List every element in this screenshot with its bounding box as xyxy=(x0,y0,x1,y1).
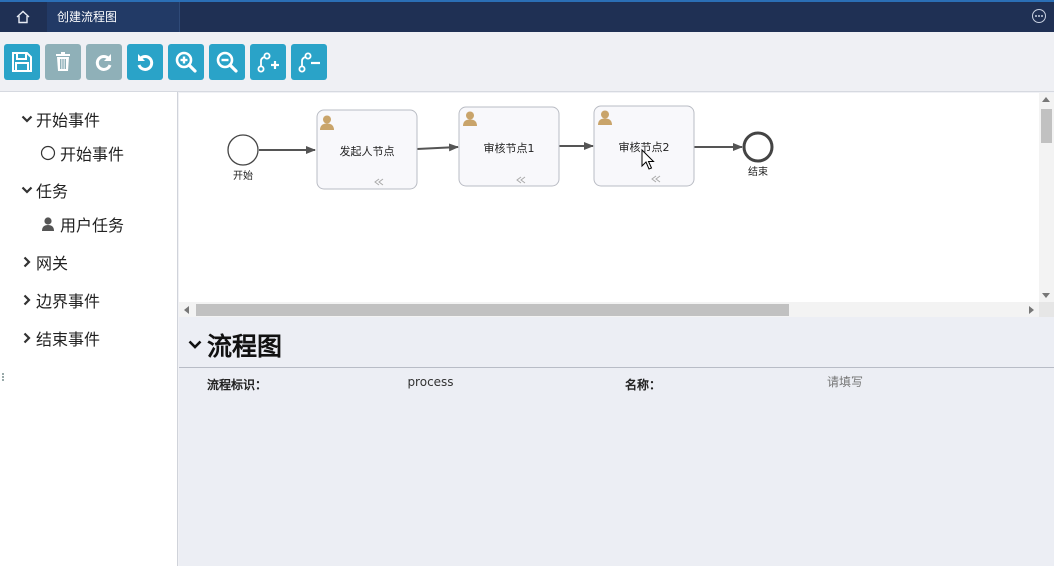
home-icon xyxy=(16,10,30,24)
chevron-right-icon xyxy=(23,256,31,268)
chevron-down-icon xyxy=(21,115,33,123)
more-dot xyxy=(1035,15,1037,17)
remove-connection-button[interactable] xyxy=(291,44,327,80)
end-event-label: 结束 xyxy=(748,167,768,178)
palette-group-tasks[interactable]: 任务 xyxy=(20,180,69,201)
undo-icon xyxy=(137,54,154,71)
palette-group-end-events[interactable]: 结束事件 xyxy=(20,328,101,349)
more-dot xyxy=(1038,15,1040,17)
redo-icon xyxy=(95,54,112,71)
zoom-out-button[interactable] xyxy=(209,44,245,80)
zoom-in-button[interactable] xyxy=(168,44,204,80)
scroll-down-arrow-icon[interactable] xyxy=(1042,293,1050,298)
chevron-right-icon xyxy=(23,294,31,306)
home-button[interactable] xyxy=(0,2,46,32)
task-label: 发起人节点 xyxy=(339,145,395,158)
scroll-right-arrow-icon[interactable] xyxy=(1029,306,1034,314)
palette-group-label: 结束事件 xyxy=(36,330,101,349)
palette-item-start-event[interactable]: 开始事件 xyxy=(40,143,125,164)
user-icon xyxy=(42,217,54,231)
process-id-label: 流程标识： xyxy=(207,378,268,392)
palette-group-gateways[interactable]: 网关 xyxy=(20,252,69,273)
trash-icon xyxy=(56,52,70,71)
process-id-input[interactable] xyxy=(274,373,587,391)
name-input[interactable] xyxy=(664,373,1026,391)
end-event[interactable] xyxy=(742,131,774,163)
palette-item-label: 用户任务 xyxy=(60,216,125,235)
palette-item-label: 开始事件 xyxy=(60,145,125,164)
title-bar: 创建流程图 xyxy=(0,0,1054,32)
tab-create-flowchart[interactable]: 创建流程图 xyxy=(47,2,180,32)
add-connection-icon xyxy=(257,52,279,73)
palette-group-label: 开始事件 xyxy=(36,111,101,130)
toolbar xyxy=(0,32,1054,92)
properties-panel-header[interactable]: 流程图 xyxy=(179,317,1054,368)
scroll-thumb[interactable] xyxy=(1041,109,1052,143)
add-connection-button[interactable] xyxy=(250,44,286,80)
palette-sidebar: 开始事件 开始事件 任务 用户任务 网关 边界事件 结束事件 xyxy=(0,92,178,566)
canvas-vertical-scrollbar[interactable] xyxy=(1039,93,1054,302)
palette-group-boundary-events[interactable]: 边界事件 xyxy=(20,290,101,311)
zoom-in-icon xyxy=(175,51,197,73)
chevron-right-icon xyxy=(23,332,31,344)
circle-icon xyxy=(40,145,56,161)
start-event[interactable] xyxy=(227,134,259,166)
chevron-down-icon xyxy=(21,186,33,194)
save-icon xyxy=(12,52,32,72)
properties-panel: 流程图 流程标识： 名称： xyxy=(179,317,1054,566)
palette-group-label: 边界事件 xyxy=(36,292,101,311)
resize-handle[interactable] xyxy=(2,372,6,384)
scroll-left-arrow-icon[interactable] xyxy=(184,306,189,314)
zoom-out-icon xyxy=(216,51,238,73)
save-button[interactable] xyxy=(4,44,40,80)
chevron-down-icon xyxy=(188,340,202,349)
start-event-label: 开始 xyxy=(233,171,253,182)
more-dot xyxy=(1041,15,1043,17)
scrollbar-corner xyxy=(1039,302,1054,317)
palette-item-user-task[interactable]: 用户任务 xyxy=(40,214,125,235)
palette-group-label: 网关 xyxy=(36,254,69,273)
canvas-horizontal-scrollbar[interactable] xyxy=(179,302,1039,317)
delete-button[interactable] xyxy=(45,44,81,80)
scroll-up-arrow-icon[interactable] xyxy=(1042,97,1050,102)
scroll-thumb[interactable] xyxy=(196,304,789,316)
sequence-flow[interactable] xyxy=(416,143,459,152)
properties-panel-title: 流程图 xyxy=(207,332,283,361)
remove-connection-icon xyxy=(298,52,320,73)
palette-group-start-events[interactable]: 开始事件 xyxy=(20,109,101,130)
bpmn-diagram xyxy=(227,105,774,190)
diagram-canvas[interactable]: 开始 发起人节点 审核节点1 审核节点2 结束 xyxy=(179,93,1039,302)
redo-button[interactable] xyxy=(86,44,122,80)
undo-button[interactable] xyxy=(127,44,163,80)
name-label: 名称： xyxy=(625,378,662,392)
task-label: 审核节点2 xyxy=(618,141,670,154)
task-label: 审核节点1 xyxy=(483,142,535,155)
palette-group-label: 任务 xyxy=(36,182,69,201)
more-options-button[interactable] xyxy=(1032,9,1046,23)
